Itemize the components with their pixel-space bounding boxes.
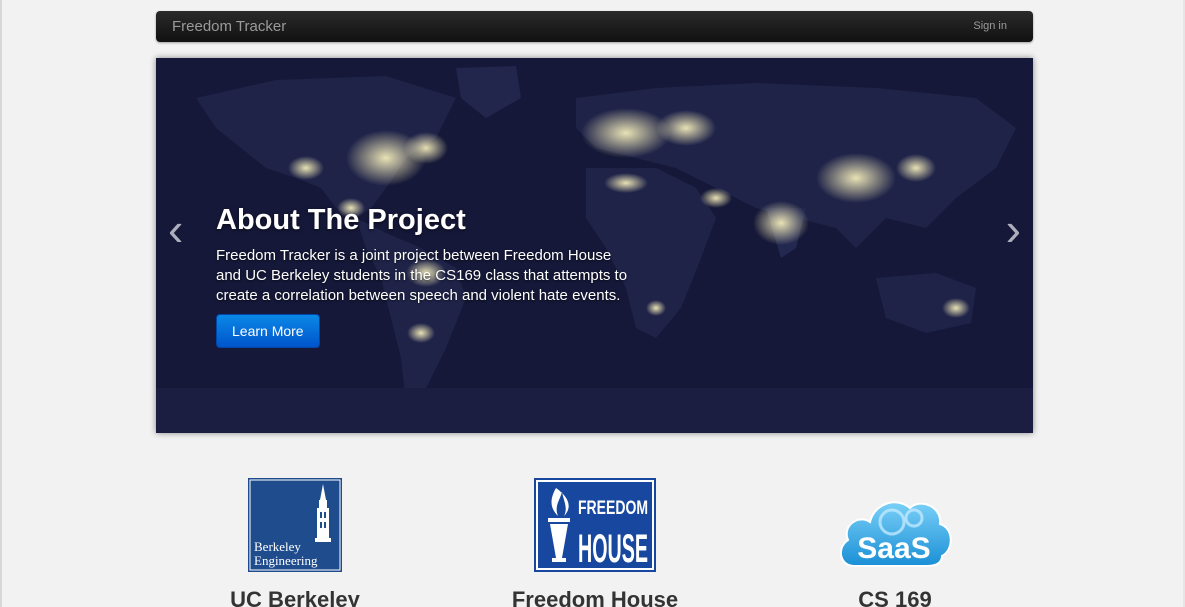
- carousel-next-button[interactable]: ›: [1006, 206, 1021, 252]
- berkeley-engineering-logo: Berkeley Engineering: [248, 478, 342, 572]
- carousel-title: About The Project: [216, 204, 466, 236]
- partner-cs169: SaaS CS 169: [790, 478, 1000, 607]
- partner-uc-berkeley: Berkeley Engineering UC Berkeley: [190, 478, 400, 607]
- svg-text:Berkeley: Berkeley: [254, 539, 301, 554]
- carousel-text: Freedom Tracker is a joint project betwe…: [216, 247, 628, 304]
- freedom-house-logo: FREEDOM HOUSE: [534, 478, 656, 572]
- learn-more-button[interactable]: Learn More: [216, 314, 320, 348]
- partner-freedom-house: FREEDOM HOUSE Freedom House: [490, 478, 700, 607]
- partner-name-freedom-house: Freedom House: [511, 587, 679, 607]
- partner-name-uc-berkeley: UC Berkeley: [230, 587, 360, 607]
- chevron-right-icon: ›: [1005, 203, 1021, 255]
- svg-text:FREEDOM: FREEDOM: [578, 498, 648, 519]
- carousel-prev-button[interactable]: ‹: [168, 206, 183, 252]
- page-left-edge: [0, 0, 2, 607]
- partner-name-cs169: CS 169: [858, 587, 932, 607]
- navbar: Freedom Tracker Sign in: [156, 11, 1033, 42]
- hero-carousel: ‹ › About The Project Freedom Tracker is…: [156, 58, 1033, 433]
- sign-in-link[interactable]: Sign in: [973, 20, 1007, 32]
- svg-text:HOUSE: HOUSE: [578, 527, 648, 571]
- chevron-left-icon: ‹: [168, 203, 184, 255]
- saas-cloud-logo: SaaS: [839, 501, 952, 567]
- svg-text:Engineering: Engineering: [254, 553, 318, 568]
- brand-link[interactable]: Freedom Tracker: [172, 18, 286, 35]
- svg-text:SaaS: SaaS: [857, 532, 930, 565]
- carousel-caption: About The Project Freedom Tracker is a j…: [216, 204, 636, 348]
